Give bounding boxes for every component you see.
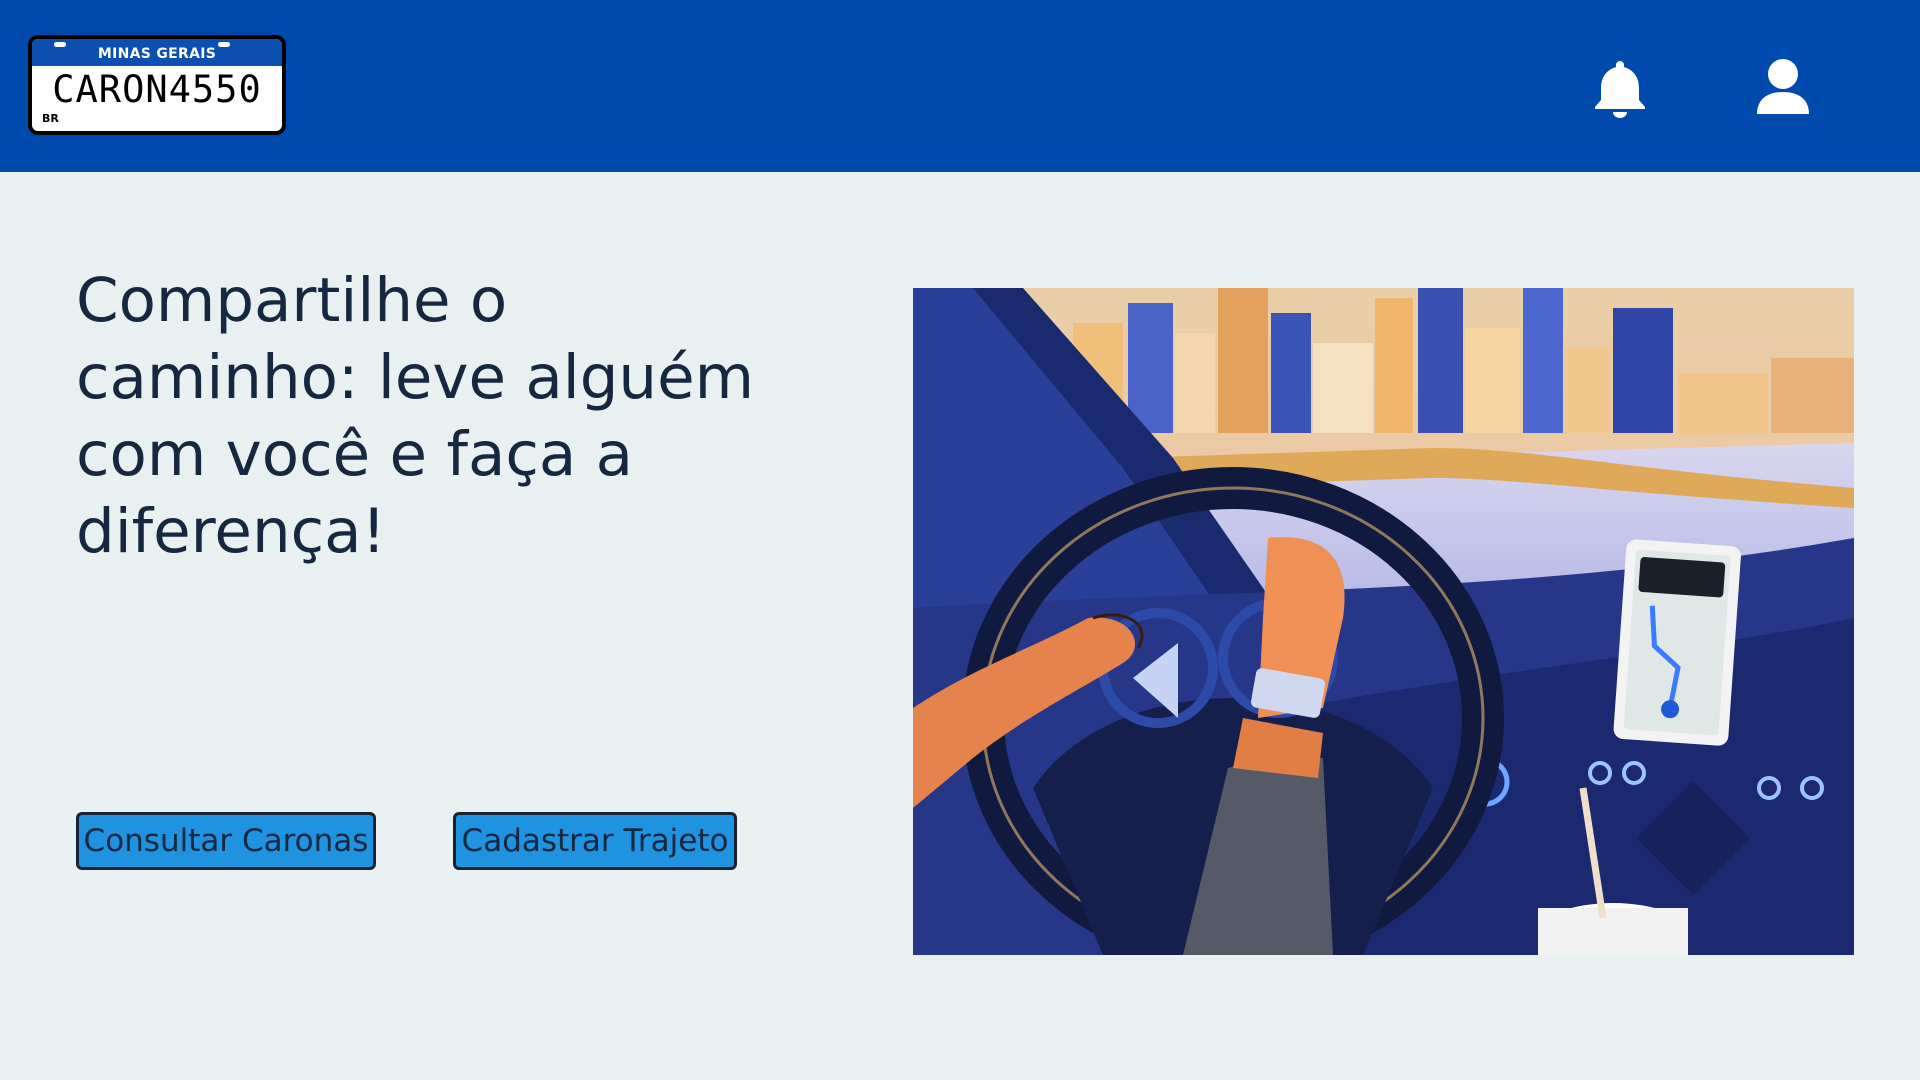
headline-line: diferença! <box>76 496 386 567</box>
plate-slot-right <box>218 42 230 47</box>
consultar-caronas-button[interactable]: Consultar Caronas <box>76 812 376 870</box>
headline-line: caminho: leve alguém <box>76 342 755 413</box>
driving-illustration <box>913 288 1854 955</box>
license-plate-logo[interactable]: MINAS GERAIS CARON4550 BR <box>28 35 286 135</box>
cadastrar-trajeto-button[interactable]: Cadastrar Trajeto <box>453 812 737 870</box>
user-icon[interactable] <box>1755 58 1811 118</box>
headline-line: com você e faça a <box>76 419 634 490</box>
plate-country-label: BR <box>42 112 59 125</box>
plate-main-text: CARON4550 <box>52 68 262 111</box>
top-header: MINAS GERAIS CARON4550 BR <box>0 0 1920 172</box>
bell-icon[interactable] <box>1592 58 1648 118</box>
headline-line: Compartilhe o <box>76 265 508 336</box>
plate-slot-left <box>54 42 66 47</box>
hero-headline: Compartilhe o caminho: leve alguém com v… <box>76 262 776 570</box>
plate-state-label: MINAS GERAIS <box>32 39 282 66</box>
